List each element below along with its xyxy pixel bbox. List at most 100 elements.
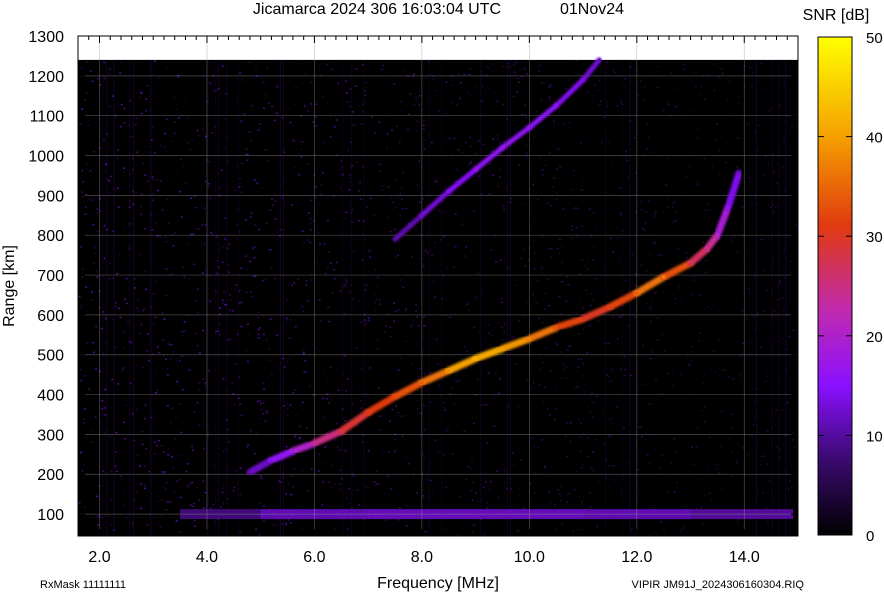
noise-speck <box>303 371 306 374</box>
noise-speck <box>108 68 111 70</box>
noise-speck <box>740 372 743 375</box>
noise-speck <box>255 92 258 94</box>
noise-speck <box>172 467 175 469</box>
noise-speck <box>661 291 664 293</box>
noise-speck <box>589 411 592 414</box>
noise-speck <box>671 373 674 376</box>
noise-speck <box>96 212 99 214</box>
noise-speck <box>250 212 253 215</box>
noise-speck <box>235 469 238 472</box>
noise-speck <box>143 487 146 490</box>
noise-speck <box>522 91 525 94</box>
noise-speck <box>472 481 475 484</box>
noise-speck <box>561 280 564 283</box>
noise-speck <box>645 384 648 386</box>
noise-speck <box>705 209 708 211</box>
noise-speck <box>624 279 627 282</box>
noise-speck <box>262 520 265 522</box>
noise-speck <box>338 483 341 485</box>
noise-speck <box>419 435 422 437</box>
noise-speck <box>477 175 480 177</box>
noise-speck <box>202 128 205 130</box>
noise-speck <box>663 530 665 532</box>
noise-speck <box>179 158 182 160</box>
noise-speck <box>786 310 789 312</box>
noise-speck <box>321 503 324 506</box>
noise-speck <box>188 277 191 279</box>
noise-speck <box>791 439 794 441</box>
noise-speck <box>203 207 206 209</box>
noise-speck <box>145 110 148 112</box>
noise-speck <box>111 378 114 381</box>
noise-speck <box>191 139 194 141</box>
noise-speck <box>233 319 236 321</box>
noise-speck <box>493 425 496 428</box>
noise-speck <box>353 470 356 472</box>
noise-speck <box>391 129 393 132</box>
noise-speck <box>532 294 535 297</box>
noise-speck <box>465 367 468 369</box>
noise-speck <box>204 384 207 386</box>
noise-speck <box>184 101 187 103</box>
noise-speck <box>682 117 684 119</box>
noise-speck <box>457 73 460 75</box>
noise-speck <box>487 372 490 374</box>
colorbar-tick-label: 10 <box>866 428 883 445</box>
noise-speck <box>460 82 462 84</box>
noise-speck <box>81 108 84 110</box>
noise-speck <box>416 378 419 380</box>
noise-speck <box>308 383 311 385</box>
noise-speck <box>348 189 351 191</box>
noise-speck <box>752 315 755 317</box>
noise-speck <box>558 238 561 241</box>
noise-speck <box>404 340 407 342</box>
noise-speck <box>415 304 418 306</box>
noise-speck <box>744 268 747 270</box>
noise-speck <box>399 216 402 218</box>
noise-speck <box>536 280 539 282</box>
noise-speck <box>187 141 190 144</box>
noise-speck <box>645 270 648 272</box>
noise-speck <box>318 202 321 205</box>
noise-speck <box>695 184 698 186</box>
noise-speck <box>746 309 749 312</box>
noise-speck <box>500 301 503 304</box>
colorbar-gradient <box>817 36 853 536</box>
noise-speck <box>657 386 660 388</box>
noise-speck <box>456 337 458 339</box>
noise-speck <box>502 195 505 198</box>
noise-speck <box>529 482 532 485</box>
noise-speck <box>667 206 670 208</box>
noise-speck <box>437 363 439 365</box>
data-point <box>500 146 505 150</box>
noise-speck <box>726 142 729 145</box>
noise-speck <box>699 294 702 296</box>
noise-speck <box>736 166 739 168</box>
noise-speck <box>269 249 272 251</box>
noise-speck <box>393 302 395 304</box>
noise-speck <box>306 489 309 492</box>
noise-speck <box>165 235 167 238</box>
noise-speck <box>286 299 289 301</box>
noise-speck <box>143 417 146 420</box>
noise-speck <box>499 141 502 144</box>
noise-speck <box>85 286 88 288</box>
noise-speck <box>183 330 186 332</box>
noise-speck <box>631 528 633 530</box>
noise-speck <box>390 112 393 115</box>
noise-speck <box>724 122 727 124</box>
noise-speck <box>386 133 389 135</box>
noise-speck <box>426 496 429 498</box>
noise-speck <box>405 455 408 457</box>
noise-speck <box>258 228 261 231</box>
noise-speck <box>731 475 734 477</box>
noise-speck <box>141 374 144 377</box>
noise-speck <box>707 306 710 308</box>
noise-speck <box>663 429 665 432</box>
noise-speck <box>115 470 118 472</box>
data-point <box>248 470 252 474</box>
data-point <box>500 347 505 351</box>
noise-speck <box>359 181 362 183</box>
noise-speck <box>246 323 249 325</box>
noise-speck <box>99 210 102 212</box>
